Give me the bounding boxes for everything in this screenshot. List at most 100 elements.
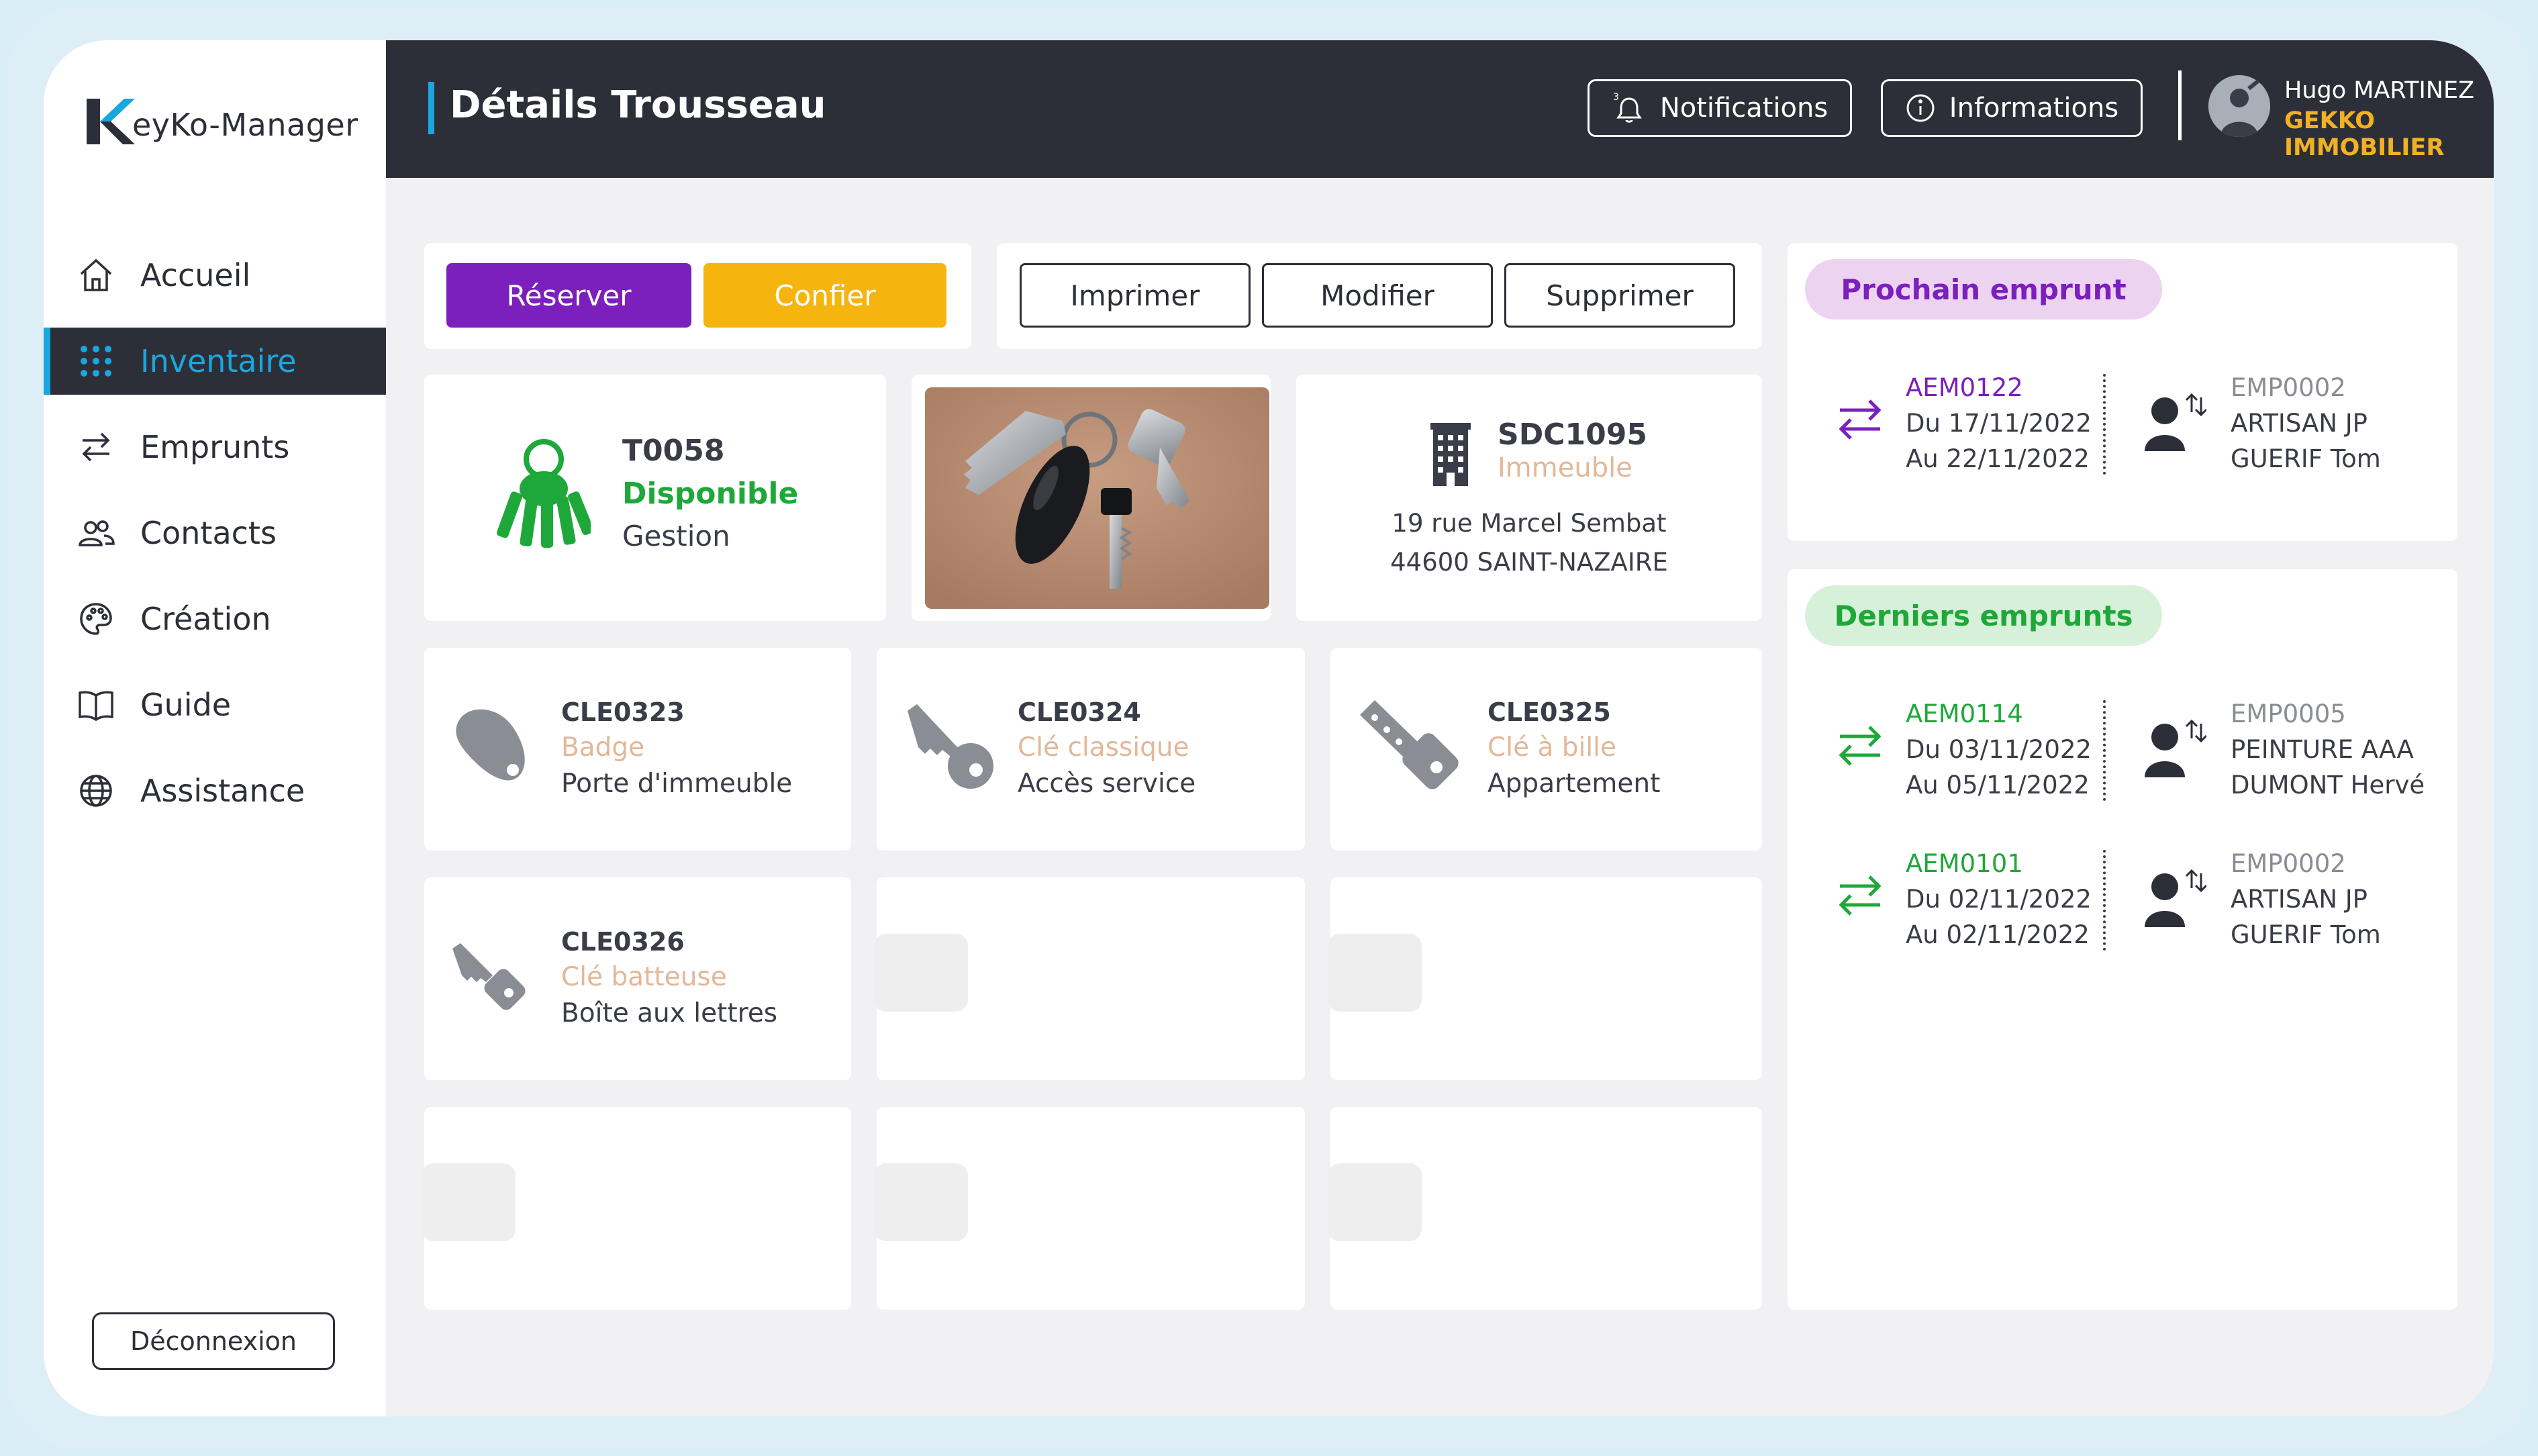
book-icon xyxy=(76,685,116,725)
sidebar-item-creation[interactable]: Création xyxy=(44,585,386,652)
empty-key-slot[interactable] xyxy=(1328,1107,1762,1310)
key-dimple-icon xyxy=(1360,700,1459,789)
key-kind: Clé à bille xyxy=(1487,732,1617,763)
informations-button[interactable]: Informations xyxy=(1881,79,2143,137)
sidebar-item-emprunts[interactable]: Emprunts xyxy=(44,414,386,481)
borrower-id[interactable]: EMP0005 xyxy=(2231,699,2346,728)
swap-purple-icon xyxy=(1839,399,1882,440)
key-kind: Badge xyxy=(561,732,645,763)
sidebar: eyKo-Manager Accueil Inventaire Emprunts xyxy=(44,40,386,1416)
key-kind: Clé classique xyxy=(1018,732,1189,763)
key-card[interactable]: CLE0324 Clé classique Accès service xyxy=(877,648,1305,851)
key-card[interactable]: CLE0323 Badge Porte d'immeuble xyxy=(424,648,851,851)
sidebar-item-inventaire[interactable]: Inventaire xyxy=(44,328,386,395)
slot-placeholder xyxy=(422,1163,516,1241)
informations-label: Informations xyxy=(1949,93,2119,124)
user-company: GEKKO IMMOBILIER xyxy=(2284,107,2445,161)
borrower-company: PEINTURE AAA xyxy=(2231,735,2414,764)
site-id: SDC1095 xyxy=(1498,418,1647,452)
key-card[interactable]: CLE0326 Clé batteuse Boîte aux lettres xyxy=(424,877,851,1080)
swap-green-icon xyxy=(1839,875,1882,916)
sidebar-item-label: Guide xyxy=(140,687,232,723)
site-card[interactable]: SDC1095 Immeuble 19 rue Marcel Sembat 44… xyxy=(1296,375,1762,621)
loan-divider xyxy=(2103,850,2106,951)
site-address-line1: 19 rue Marcel Sembat xyxy=(1392,509,1667,538)
trousseau-id: T0058 xyxy=(622,434,725,468)
site-kind: Immeuble xyxy=(1498,452,1632,483)
borrower-name: DUMONT Hervé xyxy=(2231,771,2425,799)
key-usage: Accès service xyxy=(1018,769,1196,799)
slot-placeholder xyxy=(1328,934,1422,1012)
person-swap-icon xyxy=(2145,393,2206,451)
info-icon xyxy=(1905,93,1936,124)
borrower-name: GUERIF Tom xyxy=(2231,920,2381,949)
key-usage: Appartement xyxy=(1487,769,1661,799)
site-address-line2: 44600 SAINT-NAZAIRE xyxy=(1390,548,1668,577)
key-usage: Boîte aux lettres xyxy=(561,998,778,1028)
next-borrower-company: ARTISAN JP xyxy=(2231,409,2368,438)
logo-text: eyKo-Manager xyxy=(132,107,358,143)
key-id: CLE0325 xyxy=(1487,697,1611,727)
loan-ref[interactable]: AEM0101 xyxy=(1906,849,2023,878)
badge-icon xyxy=(456,709,525,781)
loan-from: Du 03/11/2022 xyxy=(1906,735,2092,764)
reserve-button[interactable]: Réserver xyxy=(446,263,691,328)
next-borrower-name: GUERIF Tom xyxy=(2231,444,2381,473)
slot-placeholder xyxy=(874,934,968,1012)
page-title: Détails Trousseau xyxy=(450,83,826,127)
slot-placeholder xyxy=(1328,1163,1422,1241)
borrower-id[interactable]: EMP0002 xyxy=(2231,849,2346,878)
loan-from: Du 02/11/2022 xyxy=(1906,885,2092,914)
logo-k-icon xyxy=(87,99,135,144)
sidebar-item-assistance[interactable]: Assistance xyxy=(44,757,386,824)
delete-button[interactable]: Supprimer xyxy=(1504,263,1735,328)
notifications-label: Notifications xyxy=(1659,93,1828,124)
bell-icon: 3 xyxy=(1612,91,1647,126)
empty-key-slot[interactable] xyxy=(874,877,1305,1080)
keys-photo xyxy=(925,387,1269,609)
person-swap-icon xyxy=(2145,869,2206,927)
empty-key-slot[interactable] xyxy=(422,1107,851,1310)
sidebar-item-label: Création xyxy=(140,601,271,637)
next-loan-from: Du 17/11/2022 xyxy=(1906,409,2092,438)
next-borrower-id[interactable]: EMP0002 xyxy=(2231,373,2346,402)
sidebar-item-label: Contacts xyxy=(140,515,277,551)
sidebar-item-label: Emprunts xyxy=(140,429,290,465)
avatar[interactable] xyxy=(2208,75,2270,137)
key-mailbox-icon xyxy=(452,943,526,1010)
title-accent-bar xyxy=(428,82,434,134)
confier-button[interactable]: Confier xyxy=(703,263,946,328)
swap-icon xyxy=(76,427,116,467)
trousseau-type: Gestion xyxy=(622,520,730,552)
header-divider xyxy=(2178,70,2182,140)
swap-green-icon xyxy=(1839,726,1882,766)
key-id: CLE0323 xyxy=(561,697,685,727)
loan-divider xyxy=(2103,700,2106,801)
action-card-primary: Réserver Confier xyxy=(424,243,971,349)
next-loan-pill: Prochain emprunt xyxy=(1805,259,2162,320)
building-icon xyxy=(1430,423,1471,486)
keyring-icon xyxy=(497,439,591,548)
print-button[interactable]: Imprimer xyxy=(1020,263,1251,328)
empty-key-slot[interactable] xyxy=(1328,877,1762,1080)
empty-key-slot[interactable] xyxy=(874,1107,1305,1310)
sidebar-item-accueil[interactable]: Accueil xyxy=(44,242,386,309)
notifications-button[interactable]: 3 Notifications xyxy=(1588,79,1852,137)
key-id: CLE0324 xyxy=(1018,697,1141,727)
logout-button[interactable]: Déconnexion xyxy=(92,1312,335,1370)
key-card[interactable]: CLE0325 Clé à bille Appartement xyxy=(1330,648,1762,851)
users-icon xyxy=(76,513,116,553)
sidebar-item-guide[interactable]: Guide xyxy=(44,671,386,738)
trousseau-card[interactable]: T0058 Disponible Gestion xyxy=(424,375,886,621)
edit-button[interactable]: Modifier xyxy=(1262,263,1493,328)
next-loan-to: Au 22/11/2022 xyxy=(1906,444,2090,473)
sidebar-item-contacts[interactable]: Contacts xyxy=(44,499,386,567)
home-icon xyxy=(76,255,116,295)
next-loan-ref[interactable]: AEM0122 xyxy=(1906,373,2023,402)
loan-ref[interactable]: AEM0114 xyxy=(1906,699,2023,728)
last-loans-card: Derniers emprunts AEM0114 Du 03/11/2022 … xyxy=(1788,569,2457,1310)
loan-divider xyxy=(2103,374,2106,475)
app-window: eyKo-Manager Accueil Inventaire Emprunts xyxy=(44,40,2494,1416)
photo-card[interactable] xyxy=(912,375,1271,621)
app-logo[interactable]: eyKo-Manager xyxy=(83,85,364,158)
